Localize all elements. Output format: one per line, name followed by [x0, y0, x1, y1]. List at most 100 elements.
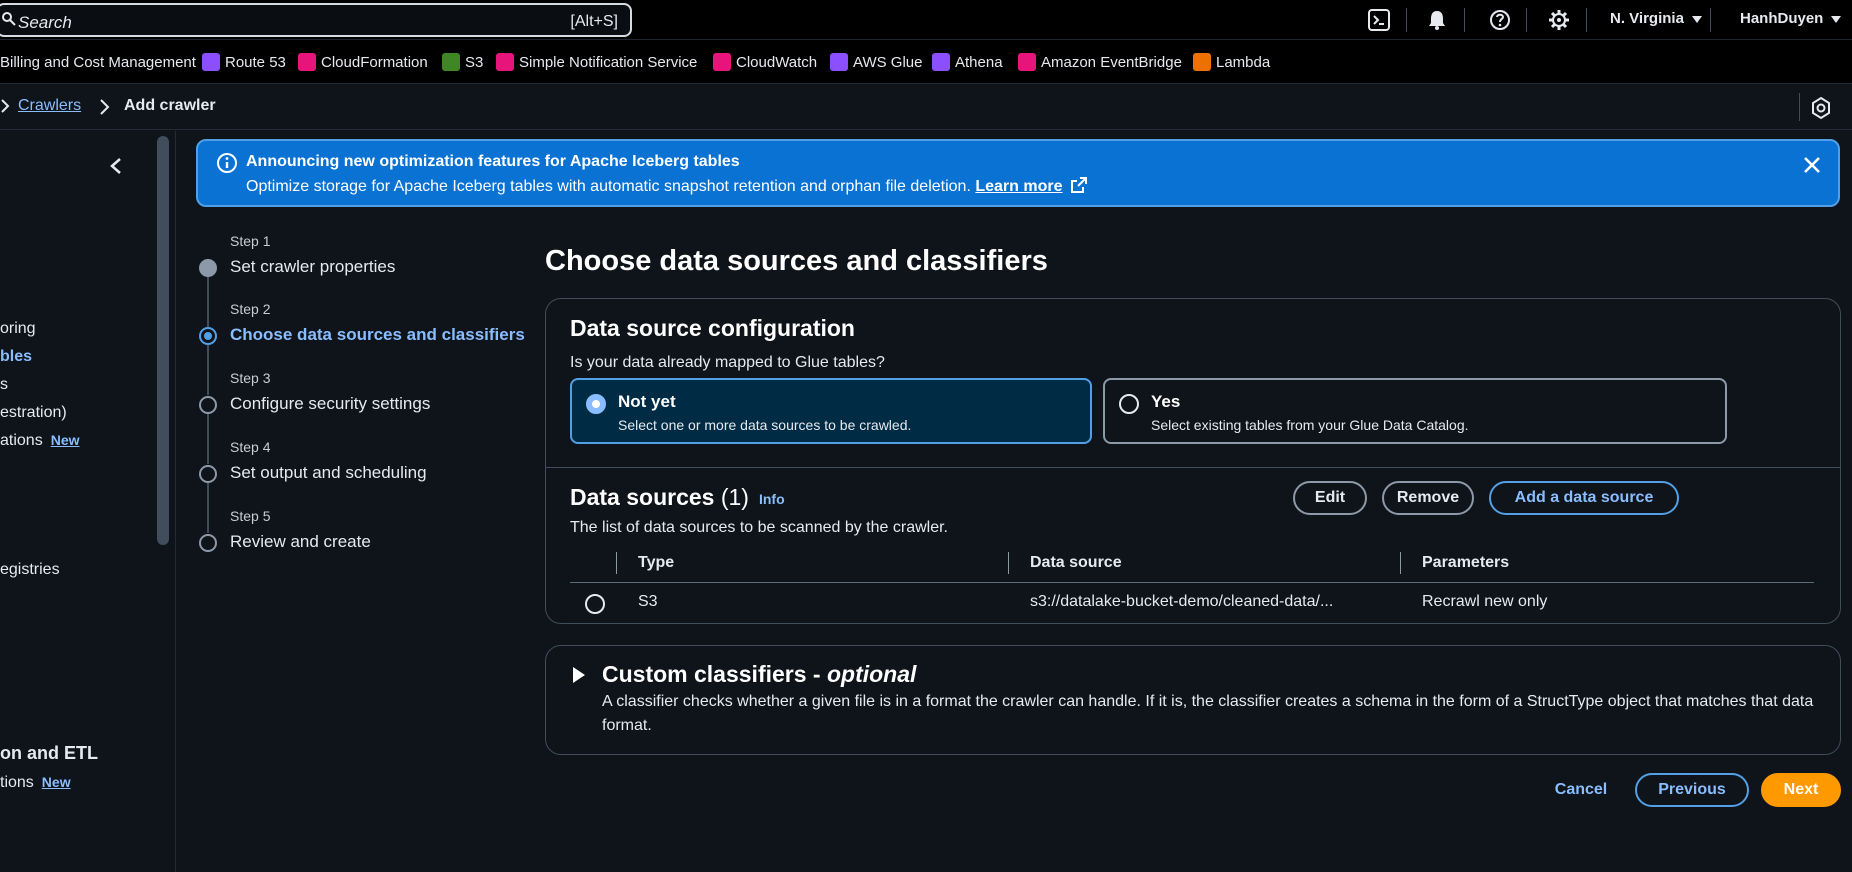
favorite-eventbridge[interactable]: Amazon EventBridge: [1018, 52, 1182, 72]
data-sources-heading: Data sources (1) Info: [570, 484, 785, 511]
bell-icon[interactable]: [1424, 7, 1450, 33]
region-selector[interactable]: N. Virginia: [1610, 10, 1702, 27]
chevron-right-icon: [100, 99, 110, 115]
new-badge: New: [41, 774, 71, 790]
banner-description: Optimize storage for Apache Iceberg tabl…: [246, 177, 1087, 196]
breadcrumb-current: Add crawler: [124, 97, 216, 114]
next-button[interactable]: Next: [1761, 773, 1841, 807]
account-menu[interactable]: HanhDuyen: [1740, 10, 1842, 27]
nav-scrollbar[interactable]: [157, 136, 169, 545]
step-2-indicator: [199, 327, 217, 345]
previous-button[interactable]: Previous: [1635, 773, 1749, 807]
s3-icon: [442, 53, 460, 71]
data-sources-count: (1): [720, 484, 749, 510]
step-4-label: Step 4: [230, 439, 271, 455]
nav-item-tables[interactable]: bles: [0, 348, 32, 366]
glue-icon: [830, 53, 848, 71]
step-3-label: Step 3: [230, 370, 271, 386]
favorite-label: S3: [465, 53, 484, 71]
topbar-divider: [1406, 8, 1407, 32]
favorite-label: Lambda: [1216, 53, 1271, 71]
step-2-name: Choose data sources and classifiers: [230, 325, 525, 344]
info-link[interactable]: Info: [759, 491, 785, 507]
cloudshell-icon[interactable]: [1366, 7, 1392, 33]
gear-icon[interactable]: [1546, 7, 1572, 33]
favorites-bar: Billing and Cost Management Route 53 Clo…: [0, 40, 1852, 84]
favorite-label: Billing and Cost Management: [0, 53, 196, 71]
step-1-label: Step 1: [230, 233, 271, 249]
user-name: HanhDuyen: [1740, 10, 1824, 27]
nav-item-truncated[interactable]: s: [0, 376, 8, 394]
favorite-billing[interactable]: Billing and Cost Management: [0, 52, 196, 72]
classifiers-optional-text: optional: [826, 661, 917, 687]
option-yes[interactable]: Yes Select existing tables from your Glu…: [1103, 378, 1727, 444]
caret-down-icon: [1831, 15, 1842, 23]
data-source-configuration-card: Data source configuration Is your data a…: [545, 298, 1841, 624]
step-3-name: Configure security settings: [230, 394, 431, 413]
custom-classifiers-title[interactable]: Custom classifiers - optional: [602, 661, 916, 688]
radio-not-yet[interactable]: [586, 394, 606, 414]
search-bar[interactable]: Search [Alt+S]: [0, 3, 632, 37]
favorite-athena[interactable]: Athena: [932, 52, 1003, 72]
step-1-name[interactable]: Set crawler properties: [230, 257, 395, 277]
banner-text: Optimize storage for Apache Iceberg tabl…: [246, 178, 971, 195]
step-5-indicator: [199, 534, 217, 552]
column-header-parameters[interactable]: Parameters: [1422, 554, 1509, 572]
favorite-cloudwatch[interactable]: CloudWatch: [713, 52, 817, 72]
athena-icon: [932, 53, 950, 71]
step-connector: [207, 483, 209, 533]
nav-label: tions: [0, 774, 34, 791]
nav-item-orchestration[interactable]: estration): [0, 404, 67, 422]
option-not-yet[interactable]: Not yet Select one or more data sources …: [570, 378, 1092, 444]
edit-button[interactable]: Edit: [1293, 481, 1367, 515]
new-badge: New: [50, 432, 80, 448]
favorite-aws-glue[interactable]: AWS Glue: [830, 52, 922, 72]
cloudformation-icon: [298, 53, 316, 71]
banner-title: Announcing new optimization features for…: [246, 153, 740, 170]
add-data-source-button[interactable]: Add a data source: [1489, 481, 1679, 515]
expand-triangle-icon[interactable]: [573, 667, 585, 683]
nav-item-monitoring[interactable]: oring: [0, 320, 36, 338]
route53-icon: [202, 53, 220, 71]
breadcrumb-divider: [1799, 93, 1800, 121]
column-header-data-source[interactable]: Data source: [1030, 554, 1122, 572]
radio-yes[interactable]: [1119, 394, 1139, 414]
remove-button[interactable]: Remove: [1382, 481, 1474, 515]
sns-icon: [496, 53, 514, 71]
announcement-banner: Announcing new optimization features for…: [196, 139, 1840, 207]
search-placeholder: Search: [18, 13, 72, 32]
favorite-label: Simple Notification Service: [519, 53, 698, 71]
step-2-label: Step 2: [230, 301, 271, 317]
favorite-lambda[interactable]: Lambda: [1193, 52, 1270, 72]
feedback-icon[interactable]: [1808, 95, 1834, 121]
favorite-label: CloudFormation: [321, 53, 428, 71]
top-navigation-bar: Search [Alt+S] N. Virginia HanhDuyen: [0, 0, 1852, 40]
favorite-label: AWS Glue: [853, 53, 923, 71]
nav-item-connections[interactable]: tions New: [0, 774, 71, 792]
option-description: Select existing tables from your Glue Da…: [1151, 417, 1469, 433]
favorite-sns[interactable]: Simple Notification Service: [496, 52, 697, 72]
topbar-divider: [1526, 8, 1527, 32]
region-label: N. Virginia: [1610, 10, 1684, 27]
option-description: Select one or more data sources to be cr…: [618, 417, 912, 433]
column-header-type[interactable]: Type: [638, 554, 674, 572]
nav-item-registries[interactable]: egistries: [0, 561, 60, 579]
nav-item-integrations[interactable]: ations New: [0, 432, 80, 450]
cell-type: S3: [638, 593, 658, 610]
step-4-name: Set output and scheduling: [230, 463, 427, 482]
collapse-nav-icon[interactable]: [106, 156, 126, 176]
breadcrumb-crawlers-link[interactable]: Crawlers: [18, 97, 81, 115]
help-icon[interactable]: [1487, 7, 1513, 33]
option-title: Yes: [1151, 392, 1181, 411]
step-3-indicator: [199, 396, 217, 414]
step-1-indicator: [199, 259, 217, 277]
row-select-radio[interactable]: [585, 594, 605, 614]
favorite-cloudformation[interactable]: CloudFormation: [298, 52, 428, 72]
favorite-s3[interactable]: S3: [442, 52, 483, 72]
favorite-route53[interactable]: Route 53: [202, 52, 286, 72]
search-shortcut: [Alt+S]: [570, 13, 618, 30]
close-icon[interactable]: [1800, 153, 1824, 177]
caret-down-icon: [1691, 15, 1702, 23]
cancel-button[interactable]: Cancel: [1540, 773, 1622, 807]
learn-more-link[interactable]: Learn more: [975, 178, 1062, 195]
